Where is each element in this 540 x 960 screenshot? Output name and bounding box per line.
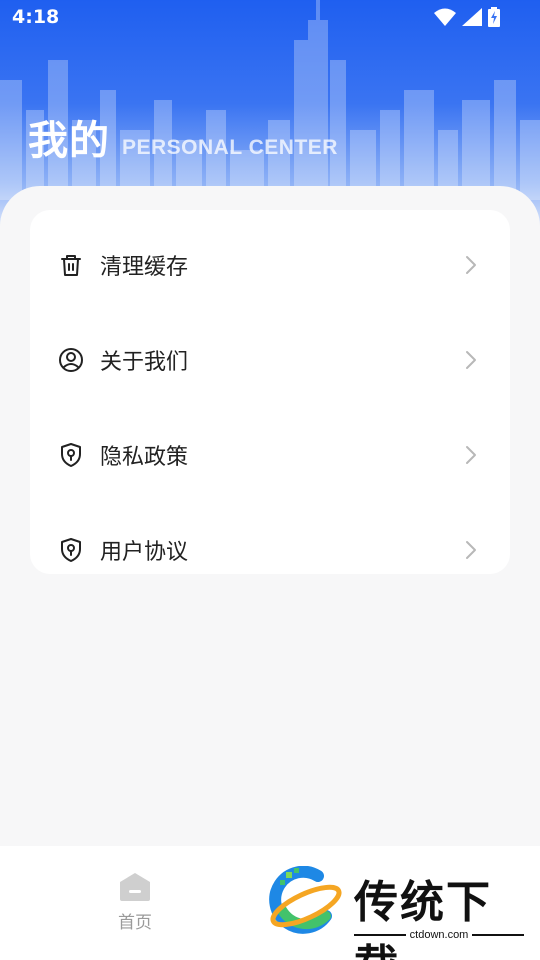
settings-card: 清理缓存 关于我们 隐私政策 用户协议 (30, 210, 510, 574)
chevron-right-icon (466, 541, 476, 559)
menu-item-label: 隐私政策 (100, 445, 189, 470)
menu-item-clear-cache[interactable]: 清理缓存 (30, 225, 510, 305)
chevron-right-icon (466, 446, 476, 464)
signal-icon (462, 8, 482, 26)
menu-item-label: 清理缓存 (100, 255, 189, 280)
brand-logo-icon (269, 866, 342, 934)
menu-item-about-us[interactable]: 关于我们 (30, 320, 510, 400)
watermark-brand-text: 传统下载 (354, 877, 492, 960)
chevron-right-icon (466, 351, 476, 369)
menu-item-privacy-policy[interactable]: 隐私政策 (30, 415, 510, 495)
page-title-group: 我的 PERSONAL CENTER (28, 108, 338, 166)
status-time: 4:18 (12, 6, 60, 28)
watermark-url-row: ctdown.com (354, 926, 525, 944)
bottom-navigation: 首页 传统下载 ctdown.com (0, 846, 540, 960)
watermark-logo: 传统下载 ctdown.com (268, 866, 530, 960)
shield-lock-icon (61, 538, 81, 562)
page-title: 我的 (28, 118, 110, 164)
trash-icon (61, 255, 81, 276)
menu-item-label: 关于我们 (100, 350, 189, 375)
status-bar: 4:18 (0, 0, 540, 36)
divider (354, 934, 406, 936)
wifi-icon (434, 8, 456, 26)
content-panel: 清理缓存 关于我们 隐私政策 用户协议 (0, 186, 540, 846)
user-circle-icon (59, 348, 83, 372)
shield-lock-icon (61, 443, 81, 467)
battery-charging-icon (488, 7, 500, 27)
divider (472, 934, 525, 936)
chevron-right-icon (466, 256, 476, 274)
menu-item-user-agreement[interactable]: 用户协议 (30, 510, 510, 590)
page-subtitle: PERSONAL CENTER (122, 136, 338, 159)
home-icon (120, 873, 150, 901)
tab-home-label: 首页 (118, 913, 152, 933)
tab-home[interactable]: 首页 (100, 872, 170, 942)
status-icons (434, 7, 500, 27)
menu-item-label: 用户协议 (100, 540, 189, 565)
watermark-url: ctdown.com (409, 929, 469, 941)
